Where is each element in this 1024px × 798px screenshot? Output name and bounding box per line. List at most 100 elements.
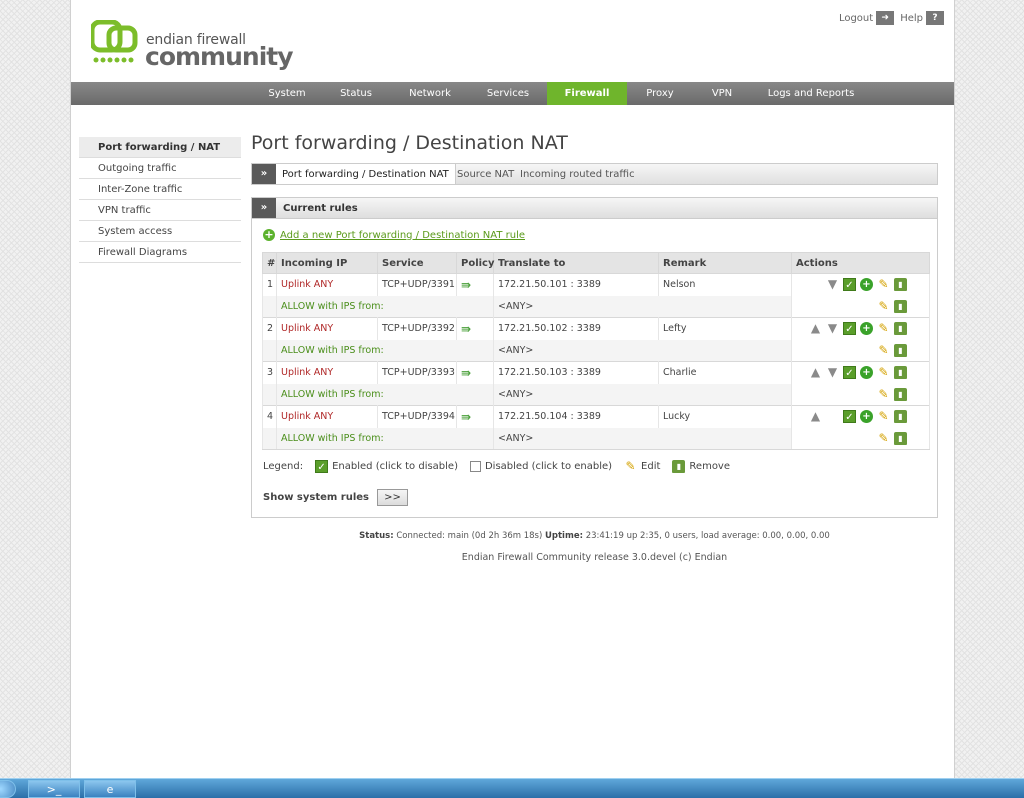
taskbar-powershell-icon[interactable]: >_ xyxy=(28,780,80,798)
tab-port-forwarding[interactable]: Port forwarding / Destination NAT xyxy=(276,164,456,184)
trash-icon[interactable]: ▮ xyxy=(894,366,907,380)
table-row: ALLOW with IPS from: <ANY> ✎ ▮ xyxy=(262,339,930,362)
rule-service: TCP+UDP/3394 xyxy=(377,405,457,428)
endian-logo-mark xyxy=(91,20,138,63)
rule-allow-to: <ANY> xyxy=(493,427,792,450)
enabled-checkbox-icon[interactable]: ✓ xyxy=(843,322,856,336)
legend: Legend: ✓ Enabled (click to disable) Dis… xyxy=(263,460,742,473)
rule-service: TCP+UDP/3393 xyxy=(377,361,457,384)
logout-link[interactable]: Logout ➜ xyxy=(839,11,895,25)
sidebar-item-system-access[interactable]: System access xyxy=(79,221,241,242)
rule-service: TCP+UDP/3392 xyxy=(377,317,457,340)
trash-icon[interactable]: ▮ xyxy=(894,278,907,292)
nav-item-vpn[interactable]: VPN xyxy=(693,82,751,105)
move-down-icon[interactable]: ▼ xyxy=(826,366,839,379)
rule-actions: ▲ ▼ ✓ + ✎ ▮ xyxy=(791,361,930,384)
rule-translate-to: 172.21.50.102 : 3389 xyxy=(493,317,659,340)
edit-pencil-icon[interactable]: ✎ xyxy=(877,366,890,379)
add-icon[interactable]: + xyxy=(860,410,873,424)
move-down-icon[interactable]: ▼ xyxy=(826,322,839,335)
current-rules-panel: » Current rules + Add a new Port forward… xyxy=(251,197,938,518)
sidebar-item-inter-zone-traffic[interactable]: Inter-Zone traffic xyxy=(79,179,241,200)
trash-icon: ▮ xyxy=(672,460,686,473)
nav-item-system[interactable]: System xyxy=(253,82,321,105)
add-rule-label: Add a new Port forwarding / Destination … xyxy=(280,229,525,241)
nav-item-firewall[interactable]: Firewall xyxy=(547,82,627,105)
windows-taskbar: >_ e xyxy=(0,778,1024,798)
sidebar-item-firewall-diagrams[interactable]: Firewall Diagrams xyxy=(79,242,241,263)
edit-pencil-icon[interactable]: ✎ xyxy=(877,278,890,291)
rule-sub-actions: ✎ ▮ xyxy=(791,427,930,450)
column-header: Translate to xyxy=(493,252,659,274)
add-icon: + xyxy=(263,228,275,241)
rule-policy: ⇛ xyxy=(456,361,494,384)
rule-remark: Nelson xyxy=(658,273,792,296)
enabled-checkbox-icon[interactable]: ✓ xyxy=(843,366,856,380)
add-icon[interactable]: + xyxy=(860,322,873,336)
edit-pencil-icon[interactable]: ✎ xyxy=(877,322,890,335)
top-links: Logout ➜ Help ? xyxy=(839,11,944,25)
taskbar-ie-icon[interactable]: e xyxy=(84,780,136,798)
table-row: 2 Uplink ANY TCP+UDP/3392 ⇛ 172.21.50.10… xyxy=(262,317,930,340)
trash-icon[interactable]: ▮ xyxy=(894,322,907,336)
tab-source-nat[interactable]: Source NAT xyxy=(457,164,514,184)
table-row: ALLOW with IPS from: <ANY> ✎ ▮ xyxy=(262,295,930,318)
trash-icon[interactable]: ▮ xyxy=(894,410,907,424)
enabled-checkbox-icon[interactable]: ✓ xyxy=(843,278,856,292)
rule-number: 1 xyxy=(262,273,277,296)
edit-pencil-icon[interactable]: ✎ xyxy=(877,410,890,423)
move-up-icon[interactable]: ▲ xyxy=(809,410,822,423)
enabled-checkbox-icon[interactable]: ✓ xyxy=(843,410,856,424)
endian-logo[interactable]: endian firewall community xyxy=(91,20,294,72)
legend-enabled: Enabled (click to disable) xyxy=(332,461,458,472)
move-up-icon[interactable]: ▲ xyxy=(809,322,822,335)
rule-actions: ▼ ✓ + ✎ ▮ xyxy=(791,273,930,296)
rule-sub-actions: ✎ ▮ xyxy=(791,383,930,406)
column-header: Incoming IP xyxy=(276,252,378,274)
edit-pencil-icon[interactable]: ✎ xyxy=(877,299,890,313)
nav-item-proxy[interactable]: Proxy xyxy=(627,82,693,105)
move-up-icon[interactable]: ▲ xyxy=(809,366,822,379)
page-title: Port forwarding / Destination NAT xyxy=(251,132,568,154)
status-value: Connected: main (0d 2h 36m 18s) xyxy=(396,531,543,541)
status-line: Status: Connected: main (0d 2h 36m 18s) … xyxy=(251,531,938,541)
rule-sub-actions: ✎ ▮ xyxy=(791,339,930,362)
rule-allow-text: ALLOW with IPS from: xyxy=(276,427,494,450)
table-row: ALLOW with IPS from: <ANY> ✎ ▮ xyxy=(262,427,930,450)
tab-incoming-routed-traffic[interactable]: Incoming routed traffic xyxy=(520,164,635,184)
add-rule-link[interactable]: + Add a new Port forwarding / Destinatio… xyxy=(263,229,525,241)
nav-item-network[interactable]: Network xyxy=(391,82,469,105)
add-icon[interactable]: + xyxy=(860,366,873,380)
policy-forward-icon: ⇛ xyxy=(461,365,472,380)
rule-translate-to: 172.21.50.101 : 3389 xyxy=(493,273,659,296)
rule-allow-to: <ANY> xyxy=(493,295,792,318)
column-header: Service xyxy=(377,252,457,274)
trash-icon[interactable]: ▮ xyxy=(894,299,907,313)
sidebar-item-outgoing-traffic[interactable]: Outgoing traffic xyxy=(79,158,241,179)
move-down-icon[interactable]: ▼ xyxy=(826,278,839,291)
trash-icon[interactable]: ▮ xyxy=(894,387,907,401)
show-system-rules-button[interactable]: >> xyxy=(377,489,409,506)
sidebar-item-port-forwarding[interactable]: Port forwarding / NAT xyxy=(79,137,241,158)
edit-pencil-icon[interactable]: ✎ xyxy=(877,387,890,401)
edit-pencil-icon[interactable]: ✎ xyxy=(877,431,890,445)
add-icon[interactable]: + xyxy=(860,278,873,292)
table-header-row: # Incoming IP Service Policy Translate t… xyxy=(262,252,930,274)
rule-incoming-ip: Uplink ANY xyxy=(276,273,378,296)
trash-icon[interactable]: ▮ xyxy=(894,431,907,445)
rule-allow-text: ALLOW with IPS from: xyxy=(276,339,494,362)
logo-text-line2: community xyxy=(145,42,294,71)
trash-icon[interactable]: ▮ xyxy=(894,343,907,357)
nav-item-services[interactable]: Services xyxy=(469,82,547,105)
help-link[interactable]: Help ? xyxy=(900,11,944,25)
status-label: Status: xyxy=(359,531,394,541)
sidebar-item-vpn-traffic[interactable]: VPN traffic xyxy=(79,200,241,221)
start-button[interactable] xyxy=(0,780,16,798)
nav-item-status[interactable]: Status xyxy=(321,82,391,105)
edit-pencil-icon: ✎ xyxy=(625,459,636,473)
enabled-checkbox-icon: ✓ xyxy=(315,460,329,473)
edit-pencil-icon[interactable]: ✎ xyxy=(877,343,890,357)
legend-remove: Remove xyxy=(689,461,731,472)
legend-title: Legend: xyxy=(263,461,304,472)
nav-item-logs-and-reports[interactable]: Logs and Reports xyxy=(751,82,871,105)
